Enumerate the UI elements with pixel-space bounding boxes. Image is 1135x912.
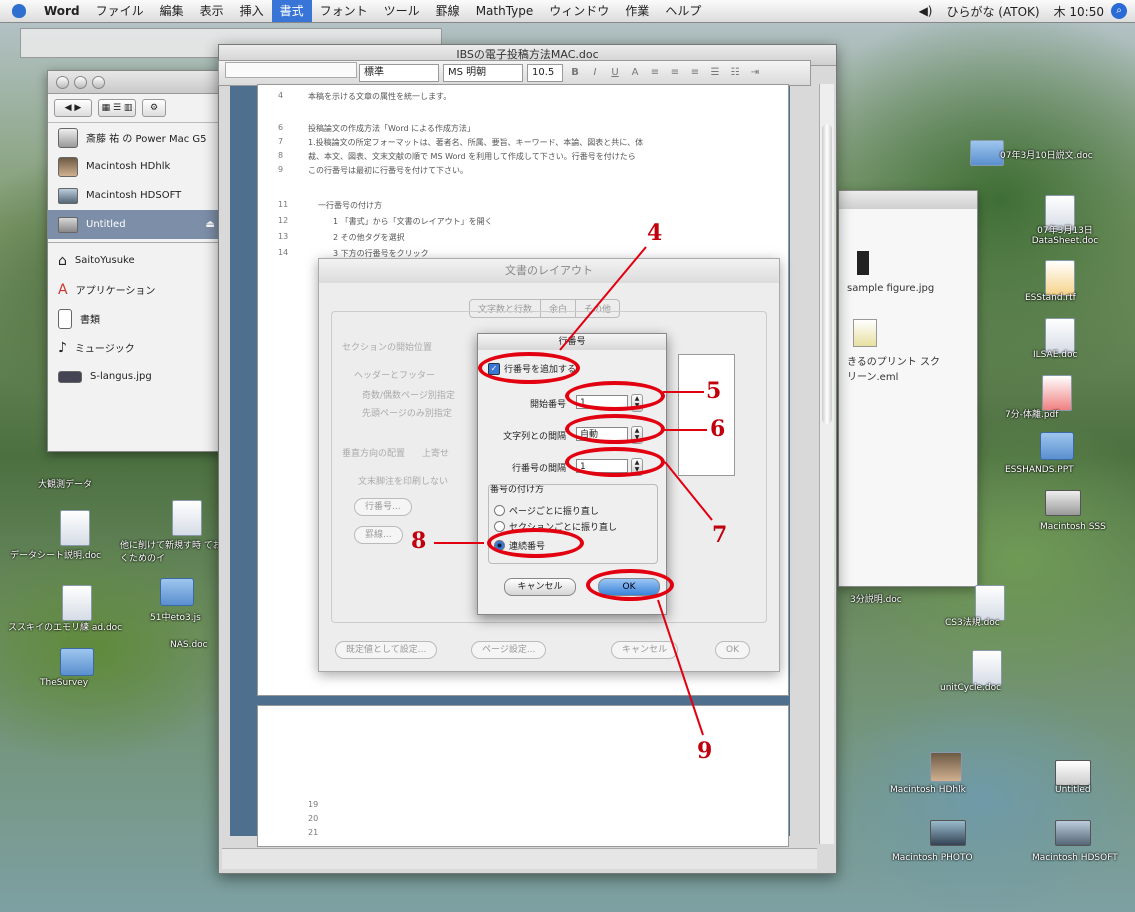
highlight-start-number	[565, 381, 665, 411]
highlight-ok	[586, 569, 674, 601]
annotation-7: 7	[712, 522, 728, 548]
annotation-6: 6	[710, 416, 726, 442]
annotation-4: 4	[647, 220, 663, 246]
highlight-distance	[565, 414, 665, 444]
annotation-5: 5	[706, 378, 722, 404]
highlight-add-checkbox	[478, 352, 580, 384]
annotation-8: 8	[411, 528, 427, 554]
annotation-9: 9	[697, 738, 713, 764]
highlight-continuous	[487, 528, 584, 558]
highlight-interval	[565, 447, 665, 477]
